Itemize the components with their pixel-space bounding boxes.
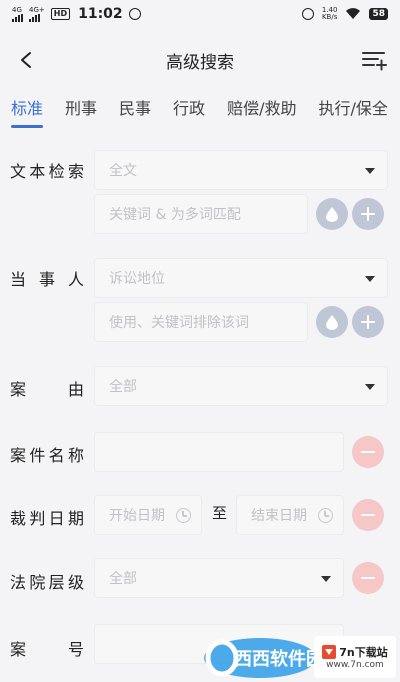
drop-icon — [326, 207, 338, 222]
label-char: 件 — [29, 446, 46, 465]
signal-icon-2: 4G+ — [29, 6, 45, 22]
list-add-button[interactable] — [360, 48, 388, 72]
status-bar: 4G 4G+ HD 11:02 1.40 KB/s 58 — [0, 0, 400, 28]
svg-text:西西软件园: 西西软件园 — [234, 648, 320, 670]
hd-badge: HD — [50, 8, 71, 20]
label-char: 裁 — [10, 509, 27, 528]
caret-down-icon — [321, 576, 331, 582]
case-name-input[interactable] — [94, 432, 344, 472]
caret-down-icon — [365, 168, 375, 174]
label-char: 判 — [29, 509, 46, 528]
tab-civil[interactable]: 民事 — [108, 88, 162, 130]
label-char: 由 — [67, 380, 84, 399]
label-char: 本 — [29, 162, 46, 181]
cause-label: 案 由 — [10, 376, 84, 400]
signal-icon-1: 4G — [12, 6, 23, 22]
label-char: 名 — [48, 446, 65, 465]
court-level-select[interactable]: 全部 — [94, 558, 344, 598]
tab-compensation[interactable]: 赔偿/救助 — [216, 88, 307, 130]
label-char: 层 — [48, 573, 65, 592]
judgment-date-remove-button[interactable] — [352, 499, 384, 531]
clock-time: 11:02 — [78, 6, 123, 22]
cause-select[interactable]: 全部 — [94, 366, 388, 406]
label-char: 索 — [67, 162, 84, 181]
network-speed: 1.40 KB/s — [321, 6, 338, 21]
label-char: 事 — [38, 270, 55, 289]
watermark-logo: 西西软件园 — [204, 638, 320, 678]
caret-down-icon — [365, 384, 375, 390]
watermark: 西西软件园 7n下载站 www.7n.com — [200, 630, 400, 682]
fulltext-label: 文 本 检 索 — [10, 158, 84, 182]
input-placeholder: 结束日期 — [251, 508, 307, 524]
party-role-select[interactable]: 诉讼地位 — [94, 258, 388, 298]
case-name-label: 案 件 名 称 — [10, 442, 84, 466]
tab-enforcement[interactable]: 执行/保全 — [307, 88, 398, 130]
label-char: 当 — [10, 270, 27, 289]
end-date-input[interactable]: 结束日期 — [236, 495, 344, 535]
label-char: 案 — [10, 380, 27, 399]
party-label: 当 事 人 — [10, 266, 84, 290]
page-title: 高级搜索 — [166, 52, 234, 73]
back-button[interactable] — [12, 46, 40, 74]
label-char: 案 — [10, 640, 27, 659]
select-value: 诉讼地位 — [109, 271, 165, 287]
tab-administrative[interactable]: 行政 — [162, 88, 216, 130]
select-value: 全部 — [109, 379, 137, 395]
fulltext-add-button[interactable] — [352, 198, 384, 230]
wifi-icon — [346, 8, 361, 19]
nav-bar: 高级搜索 — [0, 40, 400, 80]
category-tabs: 标准 刑事 民事 行政 赔偿/救助 执行/保全 — [0, 88, 400, 130]
badge-url: www.7n.com — [326, 660, 384, 670]
input-placeholder: 关键词 & 为多词匹配 — [109, 207, 241, 223]
caret-down-icon — [365, 276, 375, 282]
label-char: 人 — [67, 270, 84, 289]
label-char: 称 — [67, 446, 84, 465]
badge-title: 7n下载站 — [339, 646, 388, 659]
court-level-remove-button[interactable] — [352, 562, 384, 594]
alarm-icon — [301, 8, 314, 20]
label-char: 号 — [67, 640, 84, 659]
tab-criminal[interactable]: 刑事 — [54, 88, 108, 130]
judgment-date-label: 裁 判 日 期 — [10, 505, 84, 529]
label-char: 期 — [67, 509, 84, 528]
notification-icon — [128, 8, 141, 20]
label-char: 日 — [48, 509, 65, 528]
download-icon — [322, 645, 337, 659]
start-date-input[interactable]: 开始日期 — [94, 495, 202, 535]
input-placeholder: 开始日期 — [109, 508, 165, 524]
party-add-button[interactable] — [352, 306, 384, 338]
fulltext-exclude-button[interactable] — [316, 198, 348, 230]
battery-indicator: 58 — [369, 8, 388, 20]
label-char: 案 — [10, 446, 27, 465]
chevron-left-icon — [21, 52, 31, 68]
case-number-label: 案 号 — [10, 636, 84, 660]
watermark-badge: 7n下载站 www.7n.com — [314, 636, 396, 678]
fulltext-keyword-input[interactable]: 关键词 & 为多词匹配 — [94, 194, 308, 234]
list-add-icon — [362, 52, 387, 71]
label-char: 检 — [48, 162, 65, 181]
select-value: 全部 — [109, 571, 137, 587]
party-exclude-button[interactable] — [316, 306, 348, 338]
select-value: 全文 — [109, 163, 137, 179]
drop-icon — [326, 315, 338, 330]
date-range-separator: 至 — [212, 504, 228, 522]
party-keyword-input[interactable]: 使用、关键词排除该词 — [94, 302, 308, 342]
court-level-label: 法 院 层 级 — [10, 569, 84, 593]
label-char: 院 — [29, 573, 46, 592]
label-char: 文 — [10, 162, 27, 181]
case-name-remove-button[interactable] — [352, 436, 384, 468]
clock-icon — [318, 508, 333, 523]
tab-standard[interactable]: 标准 — [0, 88, 54, 130]
label-char: 法 — [10, 573, 27, 592]
input-placeholder: 使用、关键词排除该词 — [109, 315, 249, 331]
fulltext-scope-select[interactable]: 全文 — [94, 150, 388, 190]
clock-icon — [176, 508, 191, 523]
label-char: 级 — [67, 573, 84, 592]
